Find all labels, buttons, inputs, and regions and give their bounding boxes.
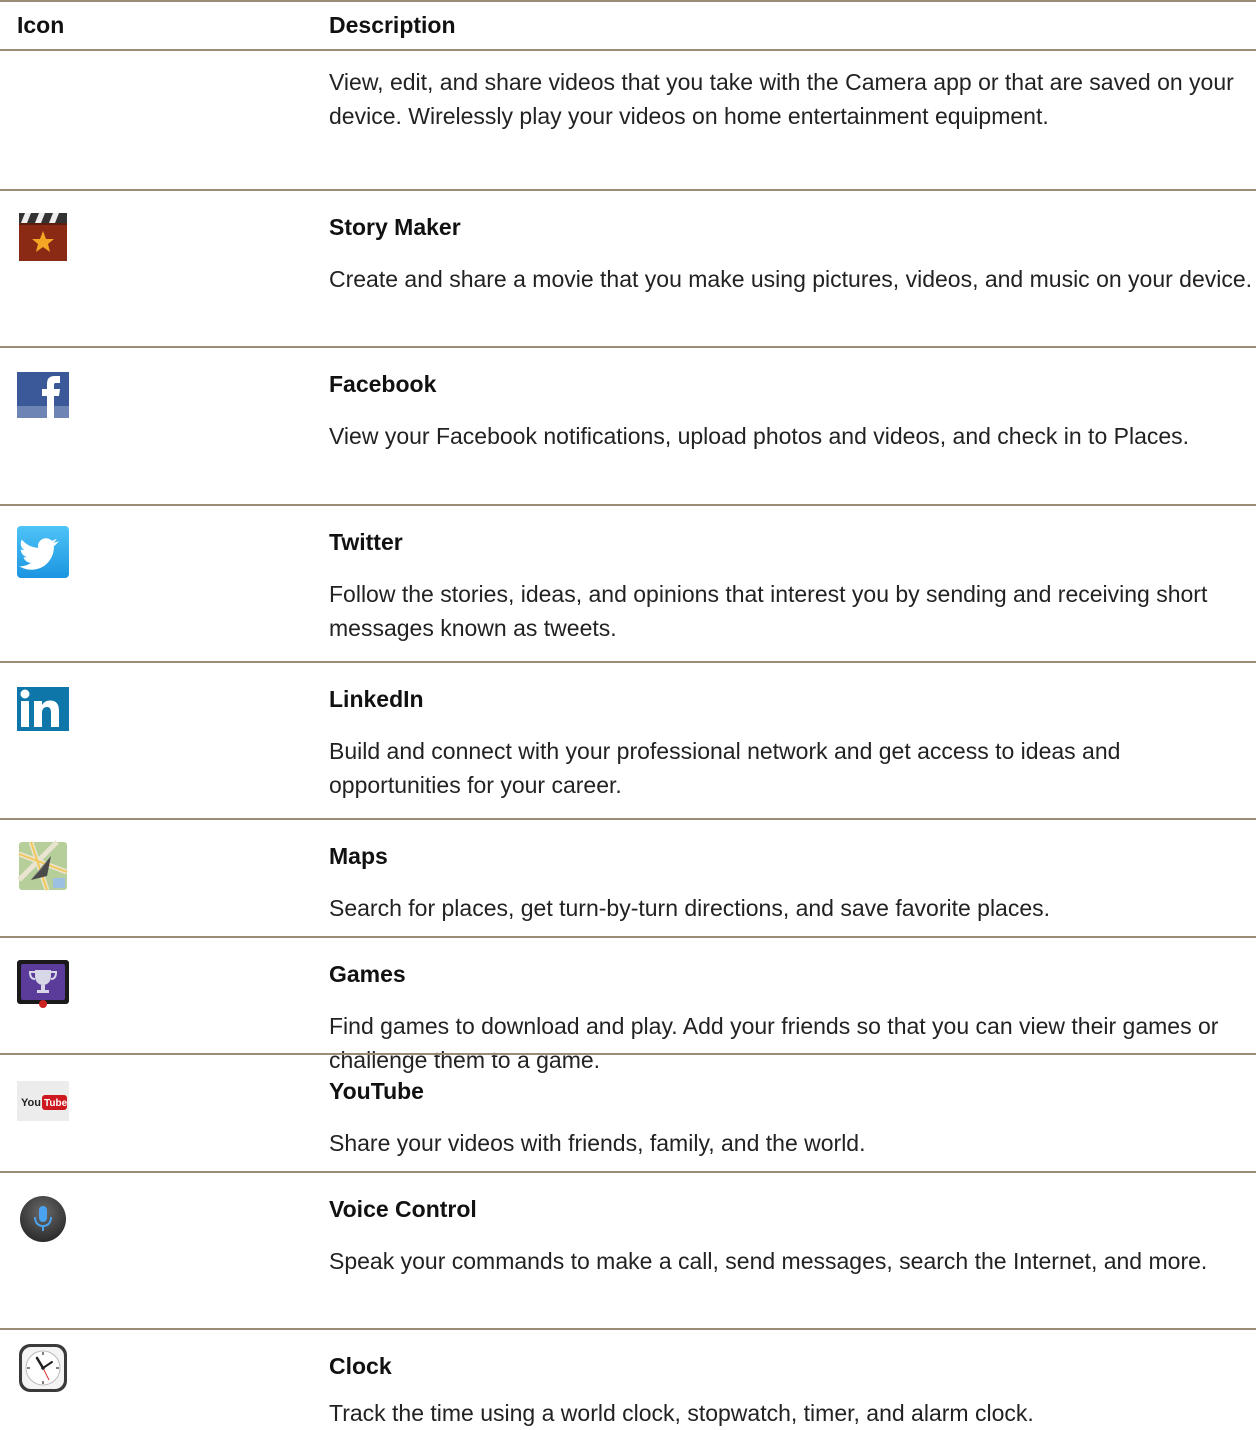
row-title: Clock [329, 1353, 392, 1379]
maps-icon [17, 840, 68, 891]
story-maker-icon [19, 213, 67, 261]
games-icon [17, 960, 69, 1008]
table-row-voice-control: Voice Control Speak your commands to mak… [0, 1173, 1256, 1328]
row-description: View, edit, and share videos that you ta… [329, 69, 1234, 129]
table-row-youtube: You Tube YouTube Share your videos with … [0, 1055, 1256, 1171]
row-title: LinkedIn [329, 686, 424, 712]
row-title: YouTube [329, 1078, 424, 1104]
row-description: Search for places, get turn-by-turn dire… [329, 895, 1051, 921]
row-description: Share your videos with friends, family, … [329, 1130, 866, 1156]
table-row-facebook: Facebook View your Facebook notification… [0, 348, 1256, 504]
row-title: Facebook [329, 371, 437, 397]
table-row-maps: Maps Search for places, get turn-by-turn… [0, 820, 1256, 936]
row-description: Build and connect with your professional… [329, 738, 1121, 798]
table-row-videos: View, edit, and share videos that you ta… [0, 51, 1256, 189]
clock-icon [19, 1344, 67, 1392]
youtube-icon: You Tube [17, 1081, 69, 1121]
table-row-games: Games Find games to download and play. A… [0, 938, 1256, 1073]
table-top-rule [0, 0, 1256, 2]
row-description: Create and share a movie that you make u… [329, 266, 1253, 292]
table-row-story-maker: Story Maker Create and share a movie tha… [0, 191, 1256, 346]
svg-text:You: You [21, 1097, 41, 1109]
svg-text:Tube: Tube [44, 1098, 68, 1109]
row-title: Games [329, 961, 406, 987]
row-title: Story Maker [329, 214, 461, 240]
facebook-icon [17, 372, 69, 418]
icon-column-header: Icon [17, 12, 65, 38]
row-description: Track the time using a world clock, stop… [329, 1400, 1034, 1426]
row-title: Twitter [329, 529, 403, 555]
table-row-twitter: Twitter Follow the stories, ideas, and o… [0, 506, 1256, 661]
row-title: Maps [329, 843, 388, 869]
row-description: Follow the stories, ideas, and opinions … [329, 581, 1208, 641]
row-description: View your Facebook notifications, upload… [329, 423, 1190, 449]
row-title: Voice Control [329, 1196, 477, 1222]
table-row-clock: Clock Track the time using a world clock… [0, 1330, 1256, 1426]
voice-control-icon [20, 1196, 66, 1242]
table-row-linkedin: LinkedIn Build and connect with your pro… [0, 663, 1256, 818]
description-column-header: Description [329, 12, 456, 38]
row-description: Speak your commands to make a call, send… [329, 1248, 1208, 1274]
linkedin-icon [17, 687, 69, 731]
twitter-icon [17, 526, 69, 578]
